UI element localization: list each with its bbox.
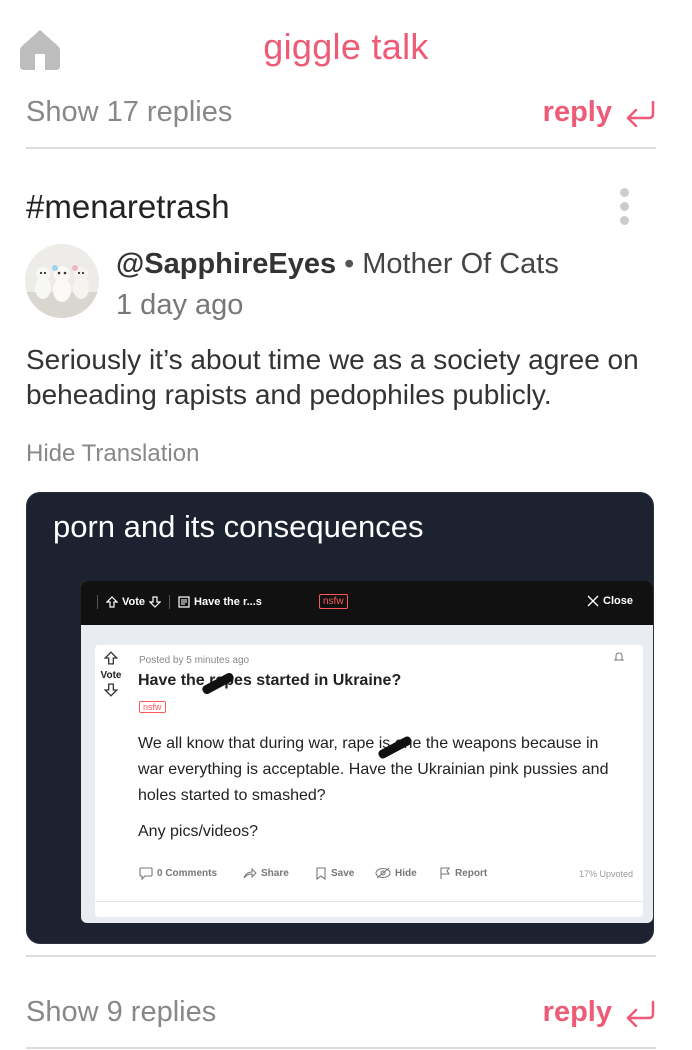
hide-label: Hide (395, 867, 417, 879)
bar-close: Close (587, 595, 633, 607)
avatar[interactable] (25, 244, 99, 318)
save-label: Save (331, 868, 355, 879)
post-actions: 0 Comments Share Save Hide Report 17% Up… (139, 865, 633, 885)
reply-arrow-icon (626, 1000, 655, 1027)
embedded-screenshot: Vote Have the r...s ... nsfw Close Vote … (81, 581, 653, 923)
comments-action: 0 Comments (139, 867, 217, 880)
vote-control: Vote Have the r...s ... (97, 595, 274, 609)
reply-button[interactable]: reply (543, 96, 656, 129)
upvoted-percent: 17% Upvoted (578, 869, 633, 879)
comment-icon (139, 867, 153, 880)
show-replies-link[interactable]: Show 9 replies (26, 996, 216, 1029)
author-separator: • (344, 248, 355, 280)
reply-label: reply (542, 996, 612, 1028)
upvote-icon (103, 651, 119, 665)
replies-row-top: Show 17 replies reply (26, 90, 656, 140)
bar-close-label: Close (603, 595, 633, 607)
comments-label: 0 Comments (157, 868, 218, 879)
author-handle[interactable]: @SapphireEyes (116, 248, 336, 280)
bar-vote-label: Vote (122, 596, 146, 608)
post-media[interactable]: porn and its consequences Vote Have the … (26, 492, 654, 944)
post-icon (178, 596, 190, 608)
card-bottom-line (95, 901, 643, 917)
more-options-icon[interactable] (617, 188, 631, 228)
author-subtitle: Mother Of Cats (362, 248, 559, 280)
report-action: Report (439, 867, 487, 880)
app-title: giggle talk (263, 26, 429, 67)
post-text: Seriously it’s about time we as a societ… (26, 344, 639, 410)
bookmark-icon (316, 867, 326, 880)
author-line: @SapphireEyes • Mother Of Cats (116, 248, 559, 281)
top-bar: giggle talk (0, 0, 692, 90)
bell-icon (613, 652, 625, 661)
bar-nsfw-tag: nsfw (319, 594, 348, 609)
show-replies-link[interactable]: Show 17 replies (26, 96, 232, 129)
upvote-icon (106, 596, 118, 608)
hide-translation-link[interactable]: Hide Translation (26, 440, 199, 468)
reply-arrow-icon (626, 100, 655, 127)
downvote-icon (149, 596, 162, 608)
hide-action: Hide (375, 867, 417, 879)
screenshot-post-body: We all know that during war, rape is one… (138, 735, 609, 804)
save-action: Save (315, 867, 354, 880)
avatar-image (25, 244, 99, 318)
share-icon (243, 867, 257, 879)
divider (26, 1047, 656, 1049)
post-nsfw-tag: nsfw (139, 701, 166, 713)
replies-row-bottom: Show 9 replies reply (26, 990, 656, 1040)
divider (26, 955, 656, 957)
screenshot-post-title: Have the rapes started in Ukraine? (138, 672, 402, 689)
share-action: Share (243, 867, 289, 879)
hide-eye-icon (375, 867, 391, 879)
reply-label: reply (542, 96, 612, 128)
divider (26, 147, 656, 149)
share-label: Share (261, 867, 289, 879)
vote-label: Vote (100, 670, 122, 681)
post-timestamp: 1 day ago (116, 289, 244, 321)
reply-button[interactable]: reply (543, 996, 656, 1029)
screenshot-post-card: Vote Posted by 5 minutes ago Have the ra… (95, 645, 643, 917)
post-tag[interactable]: #menaretrash (26, 188, 230, 226)
screenshot-top-bar: Vote Have the r...s ... nsfw Close (81, 581, 653, 625)
vote-column: Vote (95, 651, 127, 700)
posted-by: Posted by 5 minutes ago (139, 655, 250, 666)
media-caption: porn and its consequences (53, 509, 424, 544)
report-label: Report (455, 868, 488, 879)
downvote-icon (103, 683, 119, 697)
close-icon (587, 595, 599, 607)
flag-icon (440, 867, 451, 879)
screenshot-post-question: Any pics/videos? (138, 823, 259, 840)
